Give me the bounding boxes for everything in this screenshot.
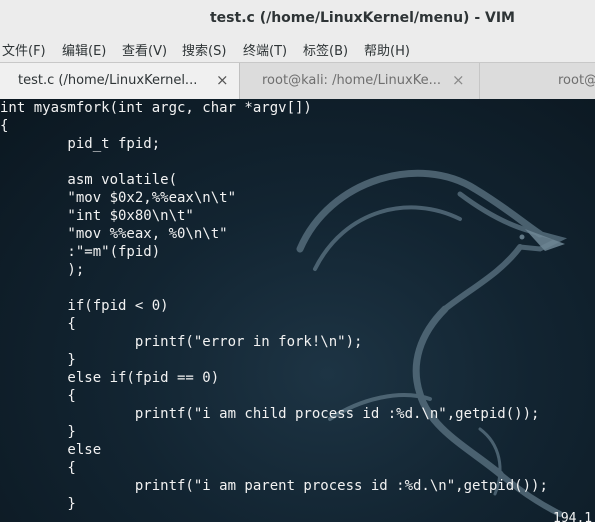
code-line: pid_t fpid;: [0, 136, 161, 152]
code-line: }: [0, 352, 76, 368]
menu-search[interactable]: 搜索(S): [182, 40, 226, 59]
code-line: printf("error in fork!\n");: [0, 334, 363, 350]
cursor-position: 194,1: [553, 511, 593, 522]
menu-view[interactable]: 查看(V): [122, 40, 167, 59]
menu-edit[interactable]: 编辑(E): [62, 40, 106, 59]
code-line: "mov %%eax, %0\n\t": [0, 226, 228, 242]
code-line: "int $0x80\n\t": [0, 208, 194, 224]
code-line: );: [0, 262, 85, 278]
window-title: test.c (/home/LinuxKernel/menu) - VIM: [209, 10, 515, 26]
tab-root-partial[interactable]: root@: [480, 63, 595, 99]
terminal-area[interactable]: int myasmfork(int argc, char *argv[]) { …: [0, 99, 595, 522]
code-line: {: [0, 118, 9, 134]
tab-root-kali[interactable]: root@kali: /home/LinuxKe... ×: [240, 63, 480, 99]
code-line: asm volatile(: [0, 172, 178, 188]
code-line: if(fpid < 0): [0, 298, 169, 314]
code-line: printf("i am parent process id :%d.\n",g…: [0, 478, 548, 494]
close-icon[interactable]: ×: [452, 71, 465, 89]
tab-bar: test.c (/home/LinuxKernel... × root@kali…: [0, 62, 595, 100]
tab-vim-test-c[interactable]: test.c (/home/LinuxKernel... ×: [0, 63, 240, 99]
tab-label: test.c (/home/LinuxKernel...: [18, 73, 198, 88]
menu-help[interactable]: 帮助(H): [364, 40, 410, 59]
tab-label: root@kali: /home/LinuxKe...: [262, 73, 441, 88]
close-icon[interactable]: ×: [216, 71, 229, 89]
code-line: }: [0, 424, 76, 440]
menu-terminal[interactable]: 终端(T): [243, 40, 287, 59]
code-line: }: [0, 496, 76, 512]
code-line: {: [0, 316, 76, 332]
code-line: "mov $0x2,%%eax\n\t": [0, 190, 237, 206]
menu-file[interactable]: 文件(F): [2, 40, 46, 59]
code-line: else: [0, 442, 102, 458]
code-line: :"=m"(fpid): [0, 244, 161, 260]
code-line: printf("i am child process id :%d.\n",ge…: [0, 406, 540, 422]
code-line: int myasmfork(int argc, char *argv[]): [0, 100, 312, 116]
tab-label: root@: [558, 73, 595, 88]
code-line: else if(fpid == 0): [0, 370, 220, 386]
menu-bar: 文件(F) 编辑(E) 查看(V) 搜索(S) 终端(T) 标签(B) 帮助(H…: [0, 36, 595, 62]
code-line: {: [0, 388, 76, 404]
menu-tabs[interactable]: 标签(B): [303, 40, 348, 59]
code-line: {: [0, 460, 76, 476]
window-titlebar: test.c (/home/LinuxKernel/menu) - VIM: [0, 0, 595, 36]
